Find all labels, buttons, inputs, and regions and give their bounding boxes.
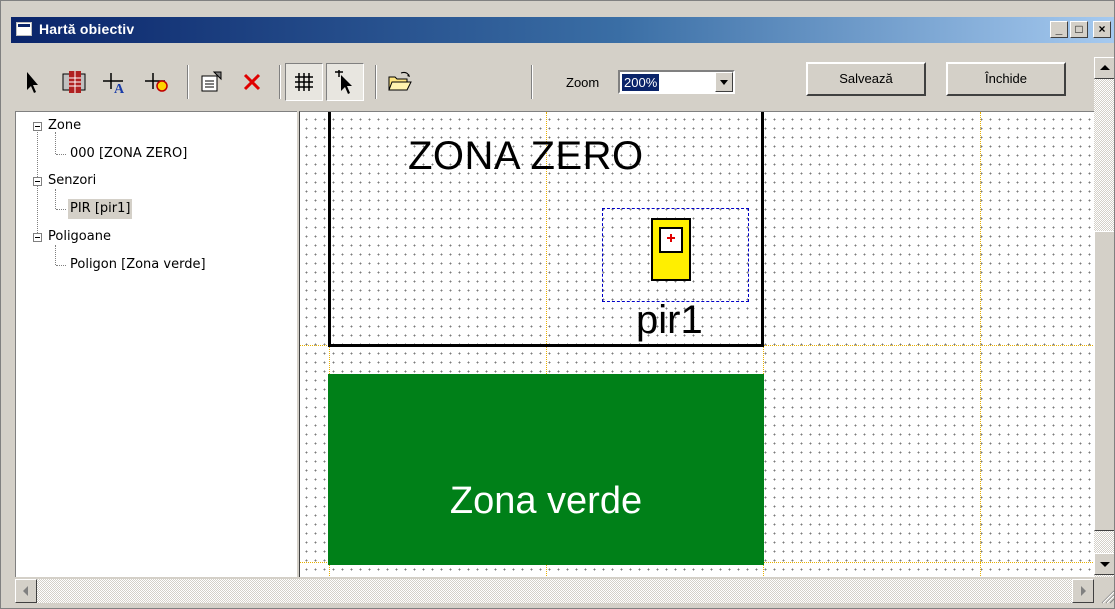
zone-draw-icon bbox=[62, 71, 86, 93]
snap-cursor-icon bbox=[335, 70, 352, 94]
open-folder-icon bbox=[388, 71, 412, 91]
zone-zero-label: ZONA ZERO bbox=[408, 134, 644, 178]
svg-text:A: A bbox=[114, 82, 125, 95]
tree-item-pir1-selected[interactable]: PIR [pir1] bbox=[68, 199, 133, 219]
scroll-left-icon bbox=[23, 586, 28, 596]
tree-group-poligoane[interactable]: Poligoane bbox=[46, 227, 113, 247]
tree-connector bbox=[56, 265, 66, 266]
scroll-up-icon bbox=[1100, 65, 1110, 70]
toolbar-separator bbox=[279, 65, 281, 99]
sensor-tool-button[interactable] bbox=[139, 63, 177, 101]
horizontal-scrollbar[interactable] bbox=[15, 579, 1094, 603]
title-bar: Hartă obiectiv _ □ × bbox=[11, 17, 1114, 43]
open-button[interactable] bbox=[381, 63, 419, 101]
add-text-icon: A bbox=[103, 73, 125, 95]
sensor-window bbox=[659, 227, 683, 253]
dotted-grid: ZONA ZERO pir1 Zona verde bbox=[300, 112, 1094, 577]
tree-connector bbox=[55, 189, 56, 209]
sensor-label: pir1 bbox=[636, 298, 703, 342]
resize-grip[interactable] bbox=[1094, 579, 1114, 608]
object-tree[interactable]: Zone 000 [ZONA ZERO] Senzori PIR [pir1] … bbox=[15, 111, 297, 577]
polygon-label: Zona verde bbox=[449, 480, 643, 522]
tree-connector bbox=[56, 209, 66, 210]
close-button[interactable]: Închide bbox=[946, 62, 1066, 96]
tree-group-senzori[interactable]: Senzori bbox=[46, 171, 98, 191]
polygon-zona-verde[interactable]: Zona verde bbox=[328, 374, 764, 565]
map-window: Hartă obiectiv _ □ × A Zoom 200% Salveaz… bbox=[0, 0, 1115, 609]
save-button[interactable]: Salvează bbox=[806, 62, 926, 96]
properties-button[interactable] bbox=[193, 63, 231, 101]
zoom-select[interactable]: 200% bbox=[618, 70, 735, 94]
toolbar-separator bbox=[531, 65, 533, 99]
resize-grip-icon bbox=[1101, 590, 1114, 604]
grid-toggle-button[interactable] bbox=[285, 63, 323, 101]
zone-tool-button[interactable] bbox=[55, 63, 93, 101]
minimize-button[interactable]: _ bbox=[1050, 21, 1068, 38]
tree-connector bbox=[56, 154, 66, 155]
delete-button[interactable] bbox=[233, 63, 271, 101]
scroll-up-button[interactable] bbox=[1094, 57, 1114, 79]
collapse-senzori-icon[interactable] bbox=[33, 177, 42, 186]
text-tool-button[interactable]: A bbox=[97, 63, 135, 101]
vertical-scrollbar[interactable] bbox=[1094, 57, 1114, 577]
sensor-led-icon bbox=[667, 234, 675, 242]
toolbar: A Zoom 200% Salvează Închide bbox=[11, 57, 1091, 109]
window-icon bbox=[16, 22, 32, 36]
window-title: Hartă obiectiv bbox=[39, 21, 135, 37]
vertical-scroll-thumb[interactable] bbox=[1094, 231, 1114, 531]
collapse-zone-icon[interactable] bbox=[33, 122, 42, 131]
toolbar-separator bbox=[187, 65, 189, 99]
scroll-right-button[interactable] bbox=[1072, 579, 1094, 603]
grid-toggle-icon bbox=[295, 73, 313, 91]
scroll-down-button[interactable] bbox=[1094, 553, 1114, 575]
tree-group-zone[interactable]: Zone bbox=[46, 116, 83, 136]
snap-cursor-button[interactable] bbox=[326, 63, 364, 101]
map-canvas[interactable]: ZONA ZERO pir1 Zona verde bbox=[299, 111, 1094, 577]
collapse-poligoane-icon[interactable] bbox=[33, 233, 42, 242]
scroll-left-button[interactable] bbox=[15, 579, 37, 603]
scroll-down-icon bbox=[1100, 562, 1110, 567]
tree-item-zone-zero[interactable]: 000 [ZONA ZERO] bbox=[68, 144, 189, 164]
delete-icon bbox=[243, 73, 261, 91]
pir-sensor-icon[interactable] bbox=[651, 218, 691, 281]
chevron-down-icon[interactable] bbox=[715, 72, 733, 92]
maximize-button[interactable]: □ bbox=[1070, 21, 1088, 38]
zoom-value: 200% bbox=[620, 73, 661, 92]
tree-item-zona-verde[interactable]: Poligon [Zona verde] bbox=[68, 255, 208, 275]
select-arrow-icon bbox=[27, 72, 38, 93]
add-sensor-icon bbox=[145, 73, 168, 92]
tree-connector bbox=[55, 245, 56, 265]
zoom-label: Zoom bbox=[566, 75, 600, 90]
toolbar-separator bbox=[375, 65, 377, 99]
close-window-button[interactable]: × bbox=[1093, 21, 1111, 38]
select-tool-button[interactable] bbox=[13, 63, 51, 101]
scroll-right-icon bbox=[1081, 586, 1086, 596]
properties-icon bbox=[201, 71, 222, 92]
